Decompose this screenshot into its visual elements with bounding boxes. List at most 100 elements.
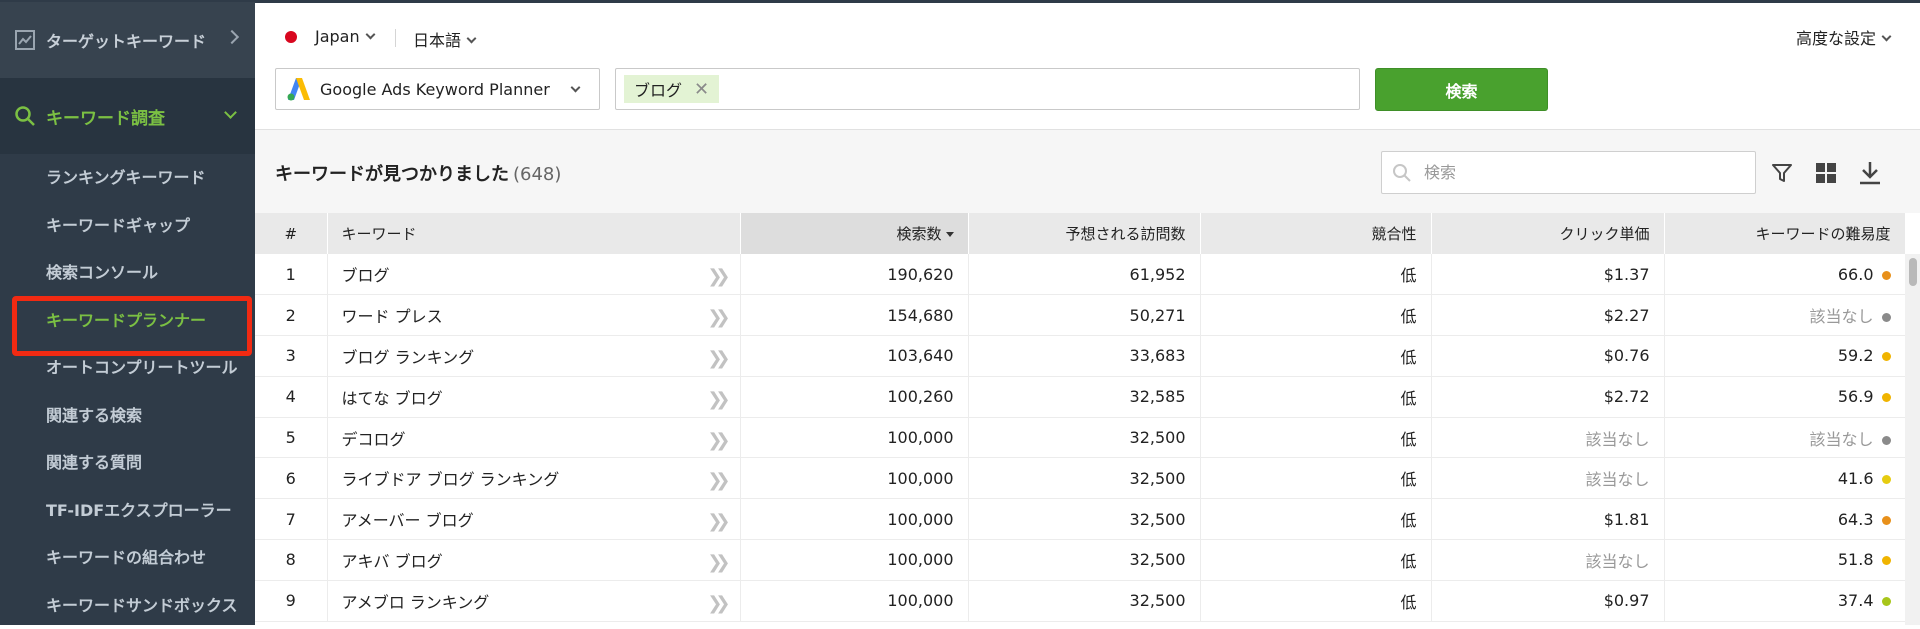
scrollbar-thumb[interactable]: [1909, 258, 1917, 286]
advanced-settings-dropdown[interactable]: 高度な設定: [1796, 25, 1890, 49]
sidebar-item-ranking-keywords[interactable]: ランキングキーワード: [0, 154, 255, 202]
volume-cell: 103,640: [740, 336, 968, 377]
difficulty-cell: 37.4: [1664, 580, 1905, 621]
close-icon[interactable]: ✕: [694, 79, 709, 100]
search-button[interactable]: 検索: [1375, 68, 1548, 111]
column-header-number: #: [255, 213, 327, 254]
double-chevron-right-icon[interactable]: ❯❯: [707, 307, 723, 328]
volume-cell: 100,000: [740, 417, 968, 458]
data-source-label: Google Ads Keyword Planner: [320, 80, 550, 99]
keyword-tag-label: ブログ: [634, 77, 682, 101]
grid-view-button[interactable]: [1811, 158, 1841, 188]
country-selector[interactable]: Japan: [315, 27, 374, 46]
competition-cell: 低: [1200, 540, 1431, 581]
competition-cell: 低: [1200, 580, 1431, 621]
keyword-cell[interactable]: はてな ブログ ❯❯: [327, 376, 740, 417]
keyword-cell[interactable]: ブログ ❯❯: [327, 254, 740, 295]
double-chevron-right-icon[interactable]: ❯❯: [707, 552, 723, 573]
divider: [395, 29, 396, 47]
language-selector[interactable]: 日本語: [413, 27, 475, 51]
competition-cell: 低: [1200, 458, 1431, 499]
column-header-keyword[interactable]: キーワード: [327, 213, 740, 254]
table-row[interactable]: 5 デコログ❯❯ 100,000 32,500 低 該当なし 該当なし: [255, 417, 1905, 458]
double-chevron-right-icon[interactable]: ❯❯: [707, 389, 723, 410]
table-row[interactable]: 9 アメブロ ランキング❯❯ 100,000 32,500 低 $0.97 37…: [255, 580, 1905, 621]
keyword-cell[interactable]: デコログ ❯❯: [327, 417, 740, 458]
sidebar-item-target-keywords[interactable]: ターゲットキーワード: [0, 2, 255, 78]
keyword-cell[interactable]: アメーバー ブログ ❯❯: [327, 499, 740, 540]
keyword-text[interactable]: アキバ ブログ: [342, 552, 443, 571]
keyword-text[interactable]: ブログ: [342, 266, 390, 285]
sidebar-item-related-searches[interactable]: 関連する検索: [0, 392, 255, 440]
results-search-input[interactable]: [1422, 162, 1742, 183]
sidebar-item-keyword-research[interactable]: キーワード調査: [0, 78, 255, 154]
double-chevron-right-icon[interactable]: ❯❯: [707, 593, 723, 614]
table-row[interactable]: 4 はてな ブログ❯❯ 100,260 32,585 低 $2.72 56.9: [255, 376, 1905, 417]
table-row[interactable]: 7 アメーバー ブログ❯❯ 100,000 32,500 低 $1.81 64.…: [255, 499, 1905, 540]
sidebar-item-related-questions[interactable]: 関連する質問: [0, 439, 255, 487]
keyword-text[interactable]: ワード プレス: [342, 307, 443, 326]
keyword-input[interactable]: ブログ ✕: [615, 68, 1360, 110]
filter-button[interactable]: [1767, 158, 1797, 188]
row-number: 3: [255, 336, 327, 377]
difficulty-dot-icon: [1882, 313, 1891, 322]
difficulty-value: 37.4: [1838, 591, 1874, 610]
sidebar-item-keyword-combinations[interactable]: キーワードの組合わせ: [0, 534, 255, 582]
column-header-visits[interactable]: 予想される訪問数: [968, 213, 1200, 254]
volume-cell: 100,260: [740, 376, 968, 417]
table-scrollbar[interactable]: [1905, 254, 1920, 625]
keyword-text[interactable]: ライブドア ブログ ランキング: [342, 470, 560, 489]
table-row[interactable]: 3 ブログ ランキング❯❯ 103,640 33,683 低 $0.76 59.…: [255, 336, 1905, 377]
keyword-cell[interactable]: ライブドア ブログ ランキング ❯❯: [327, 458, 740, 499]
keyword-text[interactable]: アメブロ ランキング: [342, 593, 490, 612]
difficulty-cell: 59.2: [1664, 336, 1905, 377]
double-chevron-right-icon[interactable]: ❯❯: [707, 348, 723, 369]
sidebar-item-keyword-gap[interactable]: キーワードギャップ: [0, 202, 255, 250]
keyword-cell[interactable]: アメブロ ランキング ❯❯: [327, 580, 740, 621]
table-header-row: # キーワード 検索数 予想される訪問数 競合性 クリック単価 キーワードの難易…: [255, 213, 1905, 254]
table-row[interactable]: 6 ライブドア ブログ ランキング❯❯ 100,000 32,500 低 該当な…: [255, 458, 1905, 499]
keyword-cell[interactable]: ブログ ランキング ❯❯: [327, 336, 740, 377]
keyword-text[interactable]: アメーバー ブログ: [342, 511, 474, 530]
sidebar-item-search-console[interactable]: 検索コンソール: [0, 249, 255, 297]
column-header-difficulty[interactable]: キーワードの難易度: [1664, 213, 1905, 254]
column-header-cpc[interactable]: クリック単価: [1431, 213, 1664, 254]
data-source-dropdown[interactable]: Google Ads Keyword Planner: [275, 68, 600, 110]
double-chevron-right-icon[interactable]: ❯❯: [707, 430, 723, 451]
results-search-field[interactable]: [1381, 151, 1756, 194]
difficulty-value: 66.0: [1838, 265, 1874, 284]
volume-cell: 100,000: [740, 499, 968, 540]
double-chevron-right-icon[interactable]: ❯❯: [707, 511, 723, 532]
keyword-text[interactable]: はてな ブログ: [342, 389, 443, 408]
volume-cell: 100,000: [740, 580, 968, 621]
double-chevron-right-icon[interactable]: ❯❯: [707, 266, 723, 287]
column-header-volume[interactable]: 検索数: [740, 213, 968, 254]
table-row[interactable]: 2 ワード プレス❯❯ 154,680 50,271 低 $2.27 該当なし: [255, 295, 1905, 336]
difficulty-dot-icon: [1882, 436, 1891, 445]
competition-cell: 低: [1200, 417, 1431, 458]
keyword-text[interactable]: ブログ ランキング: [342, 348, 475, 367]
sidebar-item-tfidf-explorer[interactable]: TF-IDFエクスプローラー: [0, 487, 255, 535]
table-row[interactable]: 8 アキバ ブログ❯❯ 100,000 32,500 低 該当なし 51.8: [255, 540, 1905, 581]
column-header-competition[interactable]: 競合性: [1200, 213, 1431, 254]
table-row[interactable]: 1 ブログ❯❯ 190,620 61,952 低 $1.37 66.0: [255, 254, 1905, 295]
download-button[interactable]: [1855, 158, 1885, 188]
sort-desc-icon: [946, 232, 954, 237]
row-number: 6: [255, 458, 327, 499]
row-number: 5: [255, 417, 327, 458]
chevron-down-icon: [467, 34, 477, 44]
keyword-cell[interactable]: ワード プレス ❯❯: [327, 295, 740, 336]
keyword-text[interactable]: デコログ: [342, 430, 406, 449]
difficulty-cell: 51.8: [1664, 540, 1905, 581]
double-chevron-right-icon[interactable]: ❯❯: [707, 470, 723, 491]
difficulty-value: 該当なし: [1809, 307, 1873, 326]
keyword-cell[interactable]: アキバ ブログ ❯❯: [327, 540, 740, 581]
chart-icon: [14, 29, 36, 51]
country-label: Japan: [315, 27, 360, 46]
row-number: 1: [255, 254, 327, 295]
sidebar-item-keyword-sandbox[interactable]: キーワードサンドボックス: [0, 582, 255, 629]
results-count: (648): [513, 164, 561, 185]
sidebar-item-autocomplete-tool[interactable]: オートコンプリートツール: [0, 344, 255, 392]
sidebar-item-keyword-planner[interactable]: キーワードプランナー: [0, 297, 255, 345]
chevron-down-icon: [571, 83, 581, 93]
